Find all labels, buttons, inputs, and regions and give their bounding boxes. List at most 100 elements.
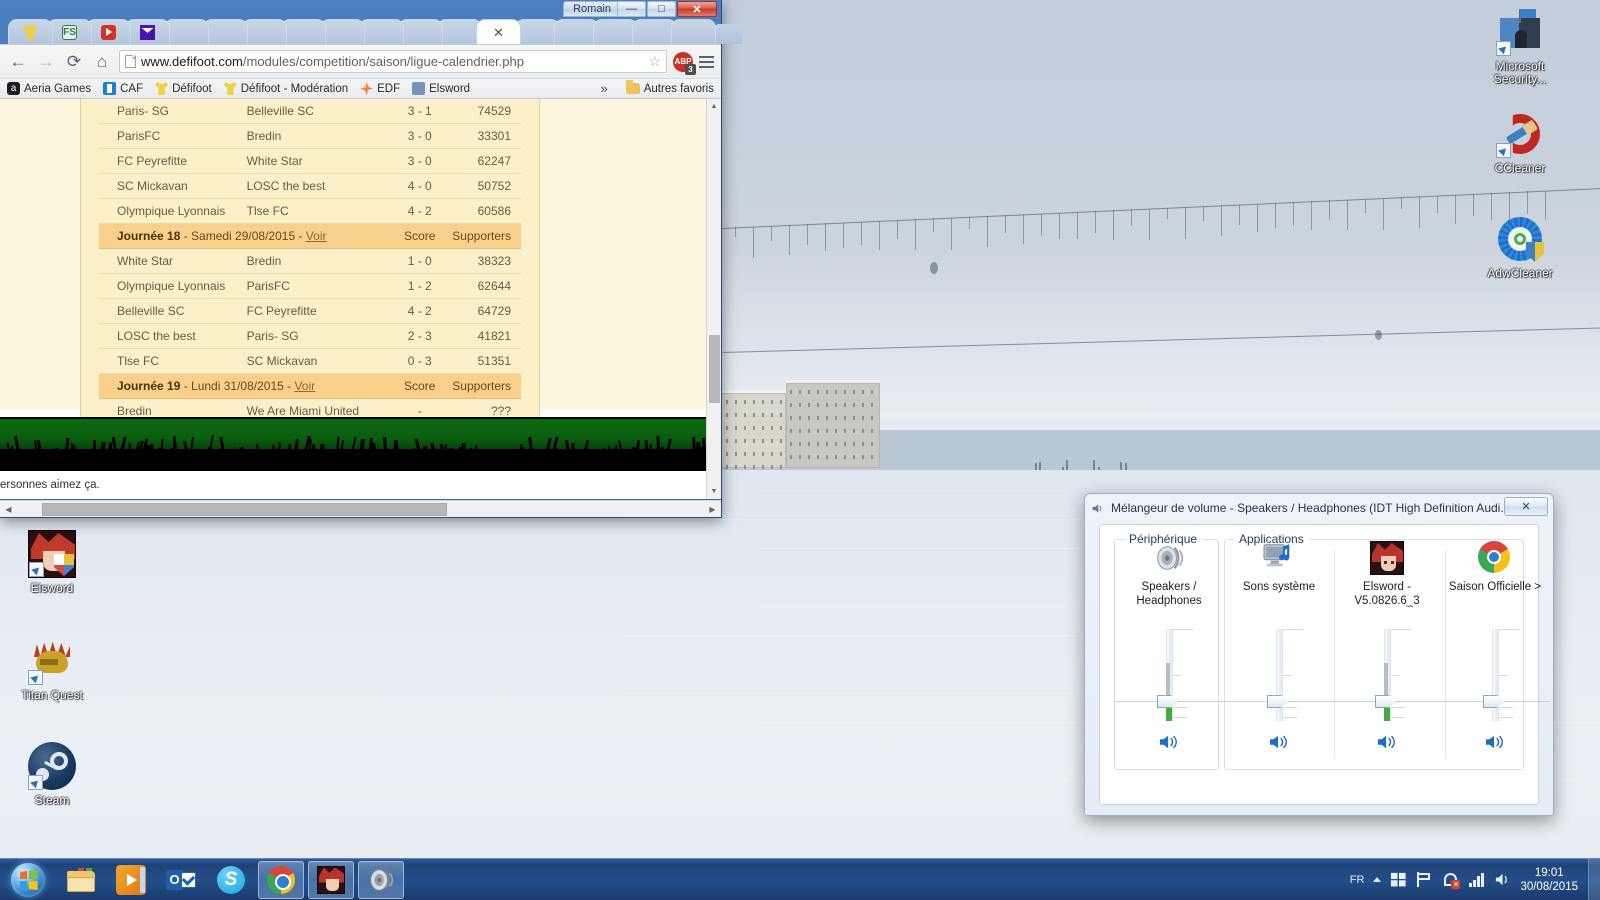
tab-fs[interactable]: FS xyxy=(47,19,92,44)
bookmarks-overflow-button[interactable]: » xyxy=(600,81,607,96)
tab-active[interactable]: ✕ xyxy=(476,19,521,44)
icicle xyxy=(753,227,754,259)
desktop-icon-titan-quest[interactable]: Titan Quest xyxy=(6,637,98,702)
match-row[interactable]: Paris- SG Belleville SC 3 - 1 74529 xyxy=(99,99,521,124)
bookmark-d-fifoot[interactable]: Défifoot xyxy=(155,82,212,95)
bookmark-aeria-games[interactable]: Aeria Games xyxy=(7,82,91,95)
page-horizontal-scrollbar[interactable]: ◀ ▶ xyxy=(0,500,721,517)
reload-button[interactable]: ⟳ xyxy=(63,51,85,73)
taskbar-item-skype[interactable] xyxy=(208,861,254,899)
other-bookmarks-folder[interactable]: Autres favoris xyxy=(626,83,714,95)
network-error-icon[interactable]: ✕ xyxy=(1442,871,1459,888)
taskbar-item-google-chrome[interactable] xyxy=(258,861,304,899)
tab-blank-9[interactable] xyxy=(320,19,365,44)
signal-bars-icon[interactable] xyxy=(1468,871,1485,888)
home-button[interactable]: ⌂ xyxy=(91,51,113,73)
match-row[interactable]: Tlse FC SC Mickavan 0 - 3 51351 xyxy=(99,349,521,374)
mute-toggle-button[interactable] xyxy=(1484,733,1506,751)
match-row[interactable]: Belleville SC FC Peyrefitte 4 - 2 64729 xyxy=(99,299,521,324)
match-row[interactable]: LOSC the best Paris- SG 2 - 3 41821 xyxy=(99,324,521,349)
adblock-plus-icon[interactable]: ABP 3 xyxy=(673,52,693,72)
maximize-button[interactable]: □ xyxy=(647,1,676,17)
tab-close-icon[interactable]: ✕ xyxy=(493,26,504,39)
desktop-icon-microsoft-security[interactable]: Microsoft Security... xyxy=(1474,8,1566,86)
chrome-menu-icon[interactable] xyxy=(699,56,714,68)
journee-voir-link[interactable]: Voir xyxy=(306,229,327,243)
shortcut-arrow-icon xyxy=(1496,41,1511,56)
match-row[interactable]: Olympique Lyonnais Tlse FC 4 - 2 60586 xyxy=(99,199,521,224)
back-button[interactable]: ← xyxy=(7,51,29,73)
match-row[interactable]: White Star Bredin 1 - 0 38323 xyxy=(99,249,521,274)
forward-button[interactable]: → xyxy=(35,51,57,73)
match-supporters: 62247 xyxy=(447,149,521,174)
bookmark-elsword[interactable]: Elsword xyxy=(412,82,470,95)
tab-mail[interactable] xyxy=(125,19,170,44)
start-button[interactable] xyxy=(2,860,54,900)
close-button[interactable]: ✕ xyxy=(677,1,717,17)
icicle xyxy=(789,225,790,255)
bookmark-star-icon[interactable]: ☆ xyxy=(648,53,661,70)
volume-slider[interactable] xyxy=(1440,629,1550,721)
tab-blank-10[interactable] xyxy=(359,19,404,44)
taskbar-item-outlook[interactable]: O xyxy=(158,861,204,899)
match-row[interactable]: Olympique Lyonnais ParisFC 1 - 2 62644 xyxy=(99,274,521,299)
mixer-channel-label: Saison Officielle > xyxy=(1440,580,1550,594)
desktop-icon-adwcleaner[interactable]: AdwCleaner xyxy=(1474,215,1566,280)
taskbar-item-volume-mixer[interactable] xyxy=(358,861,404,899)
journee-voir-link[interactable]: Voir xyxy=(294,379,315,393)
tab-blank-11[interactable] xyxy=(398,19,443,44)
show-desktop-button[interactable] xyxy=(1588,859,1600,900)
tab-blank-7[interactable] xyxy=(242,19,287,44)
volume-icon[interactable] xyxy=(1494,871,1511,888)
tab-blank-6[interactable] xyxy=(203,19,248,44)
home-team: LOSC the best xyxy=(99,324,247,349)
windows-action-center-icon[interactable] xyxy=(1390,871,1407,888)
page-info-icon[interactable] xyxy=(125,55,136,68)
vertical-scroll-thumb[interactable] xyxy=(709,335,720,403)
mute-toggle-button[interactable] xyxy=(1268,733,1290,751)
tray-show-hidden-icons[interactable] xyxy=(1373,877,1381,882)
scroll-left-arrow-icon[interactable]: ◀ xyxy=(0,505,17,514)
user-profile-chip[interactable]: Romain xyxy=(563,1,621,17)
horizontal-scroll-thumb[interactable] xyxy=(42,503,447,516)
tab-strip: FS ✕ xyxy=(0,18,721,44)
url-domain: www.defifoot.com xyxy=(141,54,243,69)
tab-youtube[interactable] xyxy=(86,19,131,44)
shortcut-arrow-icon xyxy=(29,562,44,577)
new-tab-button[interactable] xyxy=(714,24,742,44)
bookmark-edf[interactable]: EDF xyxy=(360,82,400,95)
tab-blank-5[interactable] xyxy=(164,19,209,44)
match-row[interactable]: SC Mickavan LOSC the best 4 - 0 50752 xyxy=(99,174,521,199)
volume-slider[interactable] xyxy=(1332,629,1442,721)
desktop-icon-elsword[interactable]: Elsword xyxy=(6,530,98,595)
volume-mixer-close-button[interactable]: ✕ xyxy=(1504,497,1548,516)
taskbar-item-windows-media-player[interactable] xyxy=(108,861,154,899)
taskbar-item-windows-explorer[interactable] xyxy=(58,861,104,899)
volume-slider[interactable] xyxy=(1224,629,1334,721)
tray-language[interactable]: FR xyxy=(1350,874,1365,886)
volume-slider[interactable] xyxy=(1114,629,1224,721)
bookmark-d-fifoot-mod-ration[interactable]: Défifoot - Modération xyxy=(224,82,348,95)
page-vertical-scrollbar[interactable]: ▲ ▼ xyxy=(706,99,721,499)
bookmarks-bar: Aeria Games CAF Défifoot Défifoot - Modérat… xyxy=(0,78,721,99)
tab-blank-8[interactable] xyxy=(281,19,326,44)
taskbar-item-elsword[interactable] xyxy=(308,861,354,899)
match-row[interactable]: FC Peyrefitte White Star 3 - 0 62247 xyxy=(99,149,521,174)
mute-toggle-button[interactable] xyxy=(1158,733,1180,751)
scroll-up-arrow-icon[interactable]: ▲ xyxy=(707,99,721,114)
horizontal-scroll-track[interactable] xyxy=(17,503,704,516)
desktop-icon-steam[interactable]: Steam xyxy=(6,742,98,807)
scroll-down-arrow-icon[interactable]: ▼ xyxy=(707,484,721,499)
flag-icon[interactable] xyxy=(1416,871,1433,888)
scroll-right-arrow-icon[interactable]: ▶ xyxy=(704,505,721,514)
address-bar[interactable]: www.defifoot.com/modules/competition/sai… xyxy=(119,50,667,73)
mute-toggle-button[interactable] xyxy=(1376,733,1398,751)
bookmark-caf[interactable]: CAF xyxy=(103,82,143,95)
tab-defifoot-1[interactable] xyxy=(8,19,53,44)
minimize-button[interactable]: — xyxy=(617,1,646,17)
match-row[interactable]: ParisFC Bredin 3 - 0 33301 xyxy=(99,124,521,149)
desktop-icon-ccleaner[interactable]: CCleaner xyxy=(1474,110,1566,175)
tab-blank-18[interactable] xyxy=(671,19,716,44)
defifoot-shirt-icon xyxy=(224,82,237,95)
taskbar-clock[interactable]: 19:01 30/08/2015 xyxy=(1520,866,1582,894)
